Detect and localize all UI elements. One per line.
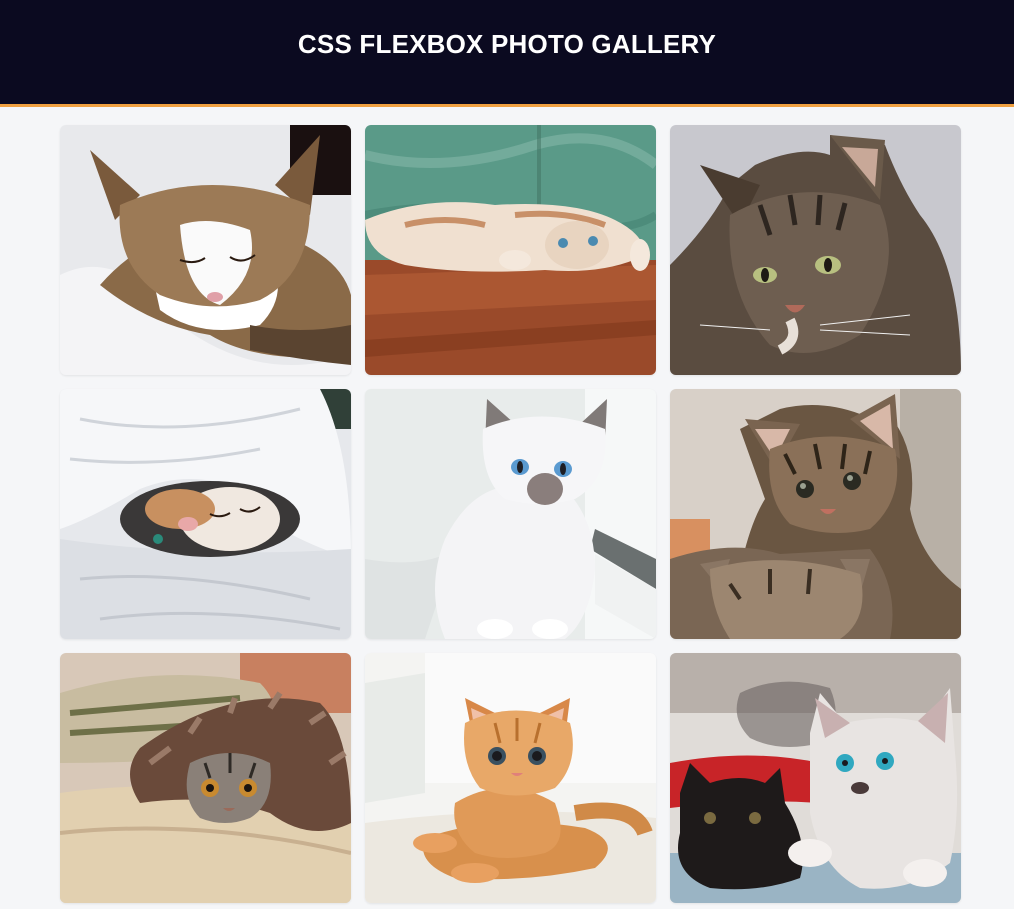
photo-gallery [60, 125, 961, 903]
page-header: CSS FLEXBOX PHOTO GALLERY [0, 0, 1014, 107]
white-kitten-image [365, 389, 656, 639]
gallery-photo-6[interactable] [670, 389, 961, 639]
gallery-photo-4[interactable] [60, 389, 351, 639]
kitten-under-blanket-image [60, 653, 351, 903]
sleeping-cat-image [60, 125, 351, 375]
kitten-under-duvet-image [60, 389, 351, 639]
tabby-cat-portrait-image [670, 125, 961, 375]
gallery-photo-7[interactable] [60, 653, 351, 903]
ginger-kitten-image [365, 653, 656, 903]
gallery-photo-1[interactable] [60, 125, 351, 375]
gallery-photo-9[interactable] [670, 653, 961, 903]
white-and-black-kittens-image [670, 653, 961, 903]
page-title: CSS FLEXBOX PHOTO GALLERY [297, 28, 717, 59]
two-tabby-kittens-image [670, 389, 961, 639]
gallery-photo-2[interactable] [365, 125, 656, 375]
gallery-photo-5[interactable] [365, 389, 656, 639]
gallery-photo-3[interactable] [670, 125, 961, 375]
gallery-photo-8[interactable] [365, 653, 656, 903]
upside-down-cat-image [365, 125, 656, 375]
